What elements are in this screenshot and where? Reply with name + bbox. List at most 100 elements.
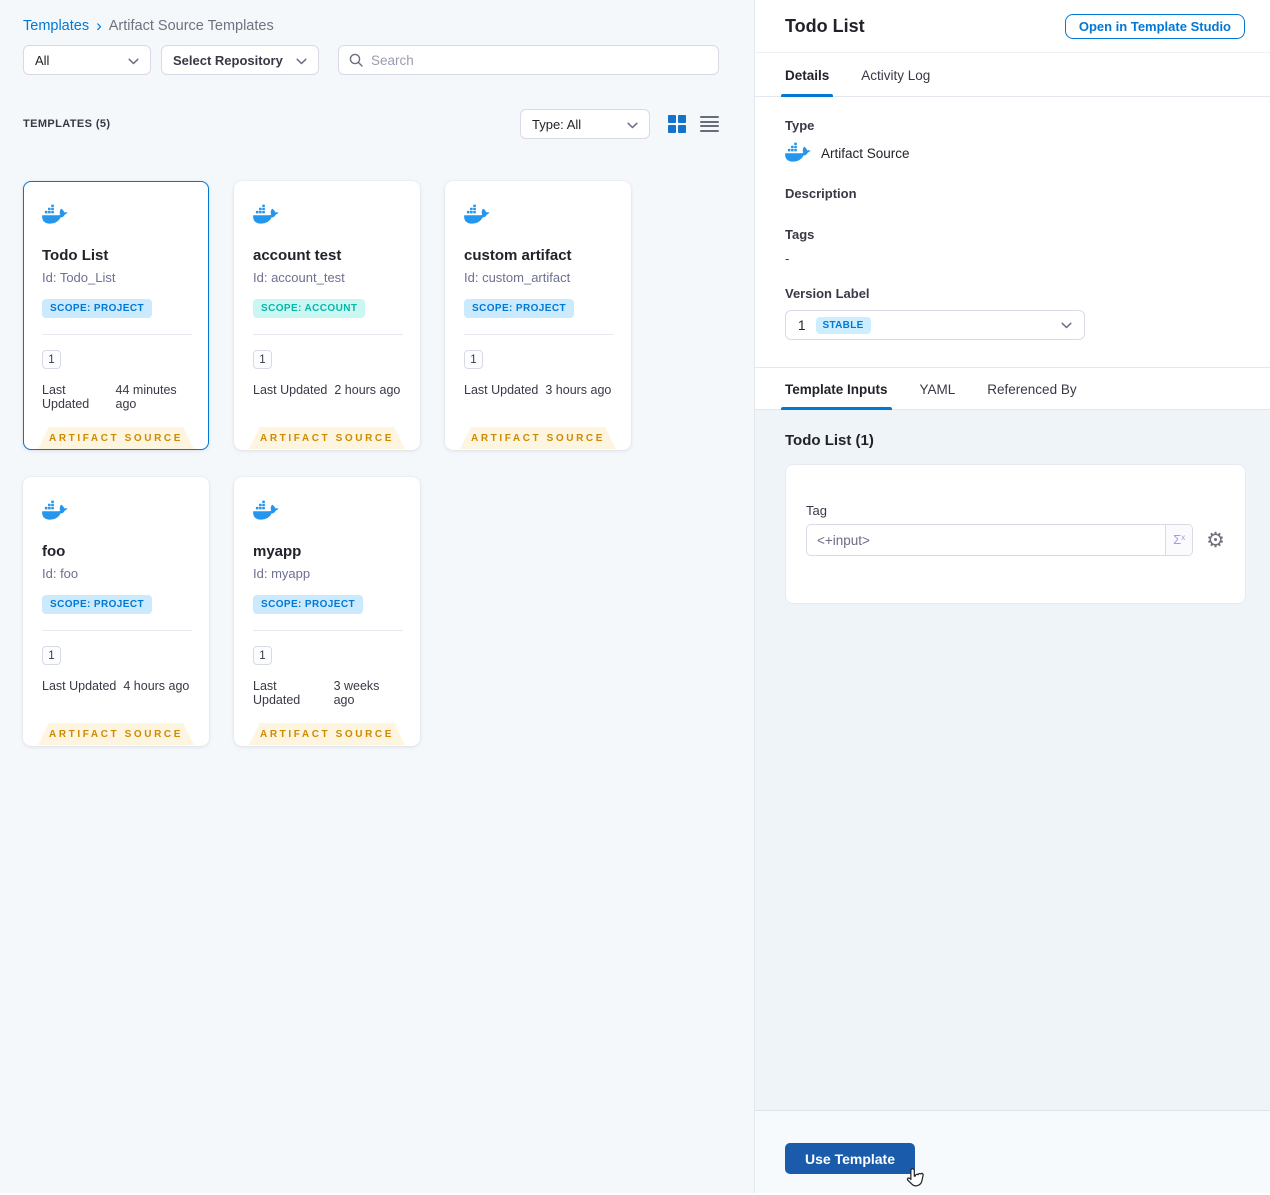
- docker-icon: [253, 500, 279, 524]
- chevron-down-icon: [1053, 316, 1072, 334]
- details-footer: Use Template: [755, 1110, 1270, 1193]
- template-card-id: Id: Todo_List: [42, 270, 116, 285]
- breadcrumb-templates-link[interactable]: Templates: [23, 18, 89, 34]
- tab-yaml[interactable]: YAML: [920, 368, 956, 409]
- last-updated-label: Last Updated: [253, 383, 328, 397]
- tag-input-wrap: Σx: [806, 524, 1194, 556]
- artifact-source-ribbon: ARTIFACT SOURCE: [38, 427, 194, 449]
- breadcrumb-current: Artifact Source Templates: [108, 18, 274, 34]
- tag-input-row: Σx ⚙: [806, 524, 1225, 556]
- last-updated-value: 3 hours ago: [545, 383, 612, 397]
- chevron-down-icon: [288, 53, 307, 68]
- card-divider: [253, 334, 403, 335]
- inputs-heading: Todo List (1): [785, 432, 874, 449]
- version-count-badge: 1: [253, 646, 272, 665]
- open-in-template-studio-button[interactable]: Open in Template Studio: [1064, 13, 1245, 39]
- template-card[interactable]: foo Id: foo SCOPE: PROJECT 1 Last Update…: [23, 477, 209, 746]
- sigma-sup: x: [1181, 533, 1186, 542]
- grid-view-icon[interactable]: [668, 115, 686, 133]
- template-card[interactable]: Todo List Id: Todo_List SCOPE: PROJECT 1…: [23, 181, 209, 450]
- repository-filter-value: Select Repository: [173, 52, 283, 68]
- last-updated-value: 2 hours ago: [334, 383, 401, 397]
- docker-icon: [464, 204, 490, 228]
- repository-filter-dropdown[interactable]: Select Repository: [161, 45, 319, 75]
- last-updated-value: 3 weeks ago: [333, 679, 380, 707]
- artifact-source-ribbon: ARTIFACT SOURCE: [249, 427, 405, 449]
- version-count-badge: 1: [42, 646, 61, 665]
- template-card-title: myapp: [253, 543, 302, 560]
- card-divider: [253, 630, 403, 631]
- inputs-tabs: Template Inputs YAML Referenced By: [755, 368, 1270, 410]
- version-count-badge: 1: [253, 350, 272, 369]
- type-label: Type: [785, 118, 815, 133]
- gear-icon[interactable]: ⚙: [1206, 530, 1225, 551]
- scope-filter-dropdown[interactable]: All: [23, 45, 151, 75]
- search-box[interactable]: [338, 45, 719, 75]
- use-template-button[interactable]: Use Template: [785, 1143, 915, 1174]
- sigma-symbol: Σ: [1173, 532, 1182, 547]
- tab-template-inputs[interactable]: Template Inputs: [781, 368, 892, 410]
- template-card-id: Id: foo: [42, 566, 79, 581]
- template-card[interactable]: myapp Id: myapp SCOPE: PROJECT 1 Last Up…: [234, 477, 420, 746]
- details-header: Todo List Open in Template Studio: [755, 0, 1270, 53]
- last-updated-row: Last Updated 2 hours ago: [253, 383, 403, 397]
- template-card-id: Id: account_test: [253, 270, 345, 285]
- expression-input-icon[interactable]: Σx: [1165, 525, 1193, 555]
- type-filter-value: Type: All: [532, 116, 582, 132]
- list-view-icon[interactable]: [700, 116, 719, 132]
- last-updated-row: Last Updated 4 hours ago: [42, 679, 192, 693]
- docker-icon: [42, 500, 68, 524]
- details-title: Todo List: [785, 15, 865, 36]
- version-count-badge: 1: [42, 350, 61, 369]
- template-card-id: Id: custom_artifact: [464, 270, 571, 285]
- last-updated-value: 44 minutes ago: [115, 383, 177, 411]
- templates-count-label: TEMPLATES (5): [23, 118, 111, 130]
- version-select[interactable]: 1 STABLE: [785, 310, 1085, 340]
- last-updated-row: Last Updated 44 minutes ago: [42, 383, 192, 411]
- artifact-source-ribbon: ARTIFACT SOURCE: [249, 723, 405, 745]
- templates-grid: Todo List Id: Todo_List SCOPE: PROJECT 1…: [23, 181, 719, 746]
- inputs-card: Tag Σx ⚙: [785, 464, 1246, 604]
- last-updated-value: 4 hours ago: [123, 679, 190, 693]
- artifact-source-ribbon: ARTIFACT SOURCE: [38, 723, 194, 745]
- templates-list-panel: Templates › Artifact Source Templates Al…: [0, 0, 755, 1193]
- type-value-row: Artifact Source: [785, 142, 1240, 165]
- template-card-title: Todo List: [42, 247, 109, 264]
- artifact-source-ribbon: ARTIFACT SOURCE: [460, 427, 616, 449]
- template-card[interactable]: custom artifact Id: custom_artifact SCOP…: [445, 181, 631, 450]
- view-toggles: [668, 115, 719, 133]
- tag-label: Tag: [806, 503, 827, 518]
- scope-filter-value: All: [35, 52, 50, 68]
- last-updated-label: Last Updated: [253, 679, 301, 707]
- template-card-title: custom artifact: [464, 247, 572, 264]
- description-label: Description: [785, 186, 857, 201]
- tags-label: Tags: [785, 227, 815, 242]
- breadcrumb-chevron-icon: ›: [96, 16, 102, 35]
- last-updated-row: Last Updated 3 hours ago: [464, 383, 614, 397]
- scope-badge: SCOPE: PROJECT: [42, 299, 152, 318]
- card-divider: [464, 334, 614, 335]
- filter-row: All Select Repository: [23, 45, 719, 75]
- tag-input[interactable]: [807, 525, 1166, 555]
- last-updated-label: Last Updated: [42, 383, 90, 411]
- docker-icon: [42, 204, 68, 228]
- tab-details[interactable]: Details: [780, 53, 834, 97]
- tab-activity-log[interactable]: Activity Log: [861, 53, 930, 96]
- version-count-badge: 1: [464, 350, 483, 369]
- type-filter-dropdown[interactable]: Type: All: [520, 109, 650, 139]
- last-updated-label: Last Updated: [464, 383, 539, 397]
- details-tabs: Details Activity Log: [755, 53, 1270, 97]
- tab-referenced-by[interactable]: Referenced By: [987, 368, 1076, 409]
- template-inputs-body: Todo List (1) Tag Σx ⚙: [755, 410, 1270, 1110]
- last-updated-row: Last Updated 3 weeks ago: [253, 679, 403, 707]
- template-card-id: Id: myapp: [253, 566, 311, 581]
- scope-badge: SCOPE: ACCOUNT: [253, 299, 366, 318]
- search-input[interactable]: [371, 52, 708, 68]
- tags-value: -: [785, 251, 790, 266]
- template-card-title: account test: [253, 247, 342, 264]
- search-icon: [349, 53, 363, 67]
- stable-badge: STABLE: [815, 316, 871, 334]
- details-body: Type Artifact Source Description Tags - …: [755, 97, 1270, 368]
- template-card[interactable]: account test Id: account_test SCOPE: ACC…: [234, 181, 420, 450]
- chevron-down-icon: [619, 117, 638, 132]
